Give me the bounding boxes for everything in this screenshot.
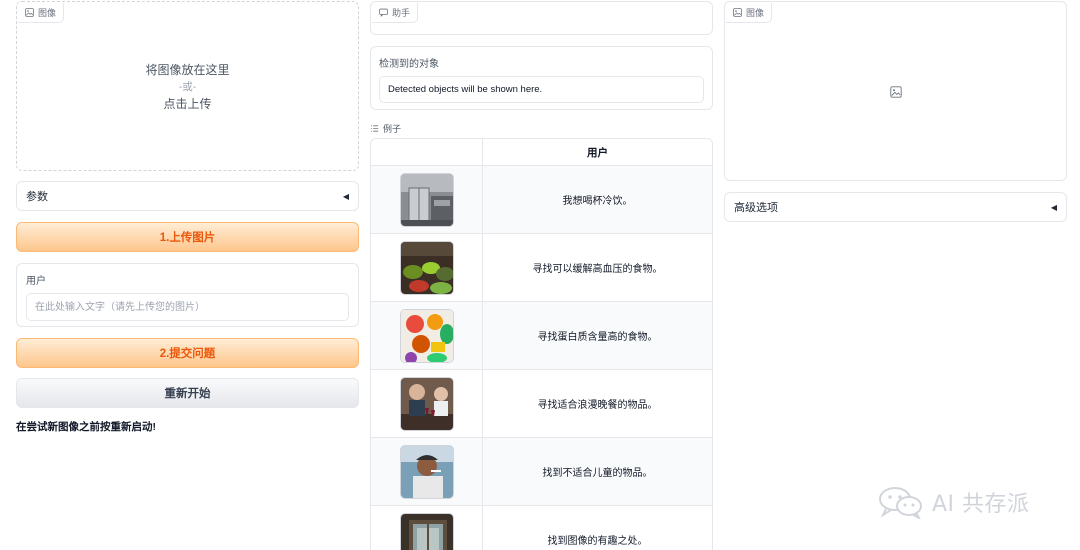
examples-label: 例子 xyxy=(383,124,402,134)
image-output-tag-label: 图像 xyxy=(746,8,765,18)
example-text: 找到图像的有趣之处。 xyxy=(547,536,648,547)
detected-objects-label: 检测到的对象 xyxy=(379,59,439,70)
examples-rows: 我想喝杯冷饮。寻找可以缓解高血压的食物。 寻找蛋白质含量高的食物。 寻找适合浪漫晚餐… xyxy=(371,166,712,550)
example-image-cell xyxy=(371,506,483,550)
wechat-icon xyxy=(879,487,922,519)
params-label: 参数 xyxy=(26,191,48,203)
example-text: 寻找可以缓解高血压的食物。 xyxy=(532,264,663,275)
upload-image-button[interactable]: 1.上传图片 xyxy=(16,222,359,252)
example-image-cell xyxy=(371,370,483,437)
params-accordion[interactable]: 参数 ◀ xyxy=(16,181,359,211)
example-text: 我想喝杯冷饮。 xyxy=(562,196,633,207)
image-placeholder-icon xyxy=(890,86,902,98)
example-row[interactable]: 寻找蛋白质含量高的食物。 xyxy=(371,302,712,370)
user-input-panel: 用户 xyxy=(16,263,359,327)
examples-header-row: 用户 xyxy=(371,139,712,166)
example-thumbnail[interactable] xyxy=(399,308,454,363)
assistant-tag: 助手 xyxy=(372,3,419,23)
drop-or-text: -或- xyxy=(178,81,197,93)
example-row[interactable]: 我想喝杯冷饮。 xyxy=(371,166,712,234)
example-image-cell xyxy=(371,234,483,301)
drop-click-text: 点击上传 xyxy=(163,97,212,111)
example-thumbnail[interactable] xyxy=(399,172,454,227)
image-icon xyxy=(733,8,742,17)
example-row[interactable]: 寻找可以缓解高血压的食物。 xyxy=(371,234,712,302)
assistant-output-panel: 助手 xyxy=(370,1,713,35)
assistant-tag-label: 助手 xyxy=(392,8,411,18)
example-text: 找到不适合儿童的物品。 xyxy=(542,468,653,479)
example-text: 寻找蛋白质含量高的食物。 xyxy=(537,332,658,343)
example-thumbnail[interactable] xyxy=(399,240,454,295)
watermark: AI 共存派 xyxy=(876,485,1030,519)
image-input-tag-label: 图像 xyxy=(38,8,57,18)
triangle-left-icon: ◀ xyxy=(342,191,349,201)
restart-button[interactable]: 重新开始 xyxy=(16,378,359,408)
example-image-cell xyxy=(371,166,483,233)
examples-header-image-cell xyxy=(371,139,483,165)
detected-objects-output: Detected objects will be shown here. xyxy=(379,76,704,103)
example-thumbnail[interactable] xyxy=(399,444,454,499)
image-input-tag: 图像 xyxy=(18,3,65,23)
image-upload-dropzone[interactable]: 图像 将图像放在这里 -或- 点击上传 xyxy=(16,1,359,171)
example-row[interactable]: 寻找适合浪漫晚餐的物品。 xyxy=(371,370,712,438)
example-row[interactable]: 找到不适合儿童的物品。 xyxy=(371,438,712,506)
examples-header-user: 用户 xyxy=(587,146,608,159)
advanced-options-label: 高级选项 xyxy=(734,202,778,214)
chat-icon xyxy=(379,8,388,17)
image-output-panel: 图像 xyxy=(724,1,1067,181)
watermark-text: AI 共存派 xyxy=(932,492,1030,517)
user-label: 用户 xyxy=(26,276,46,287)
image-output-tag: 图像 xyxy=(726,3,773,23)
list-icon xyxy=(370,125,379,132)
user-text-input[interactable] xyxy=(26,293,349,321)
image-icon xyxy=(25,8,34,17)
advanced-options-accordion[interactable]: 高级选项 ◀ xyxy=(724,192,1067,222)
detected-objects-panel: 检测到的对象 Detected objects will be shown he… xyxy=(370,46,713,110)
examples-label-row: 例子 xyxy=(370,122,401,135)
triangle-left-icon: ◀ xyxy=(1050,202,1057,212)
example-image-cell xyxy=(371,438,483,505)
example-row[interactable]: 找到图像的有趣之处。 xyxy=(371,506,712,550)
submit-question-button[interactable]: 2.提交问题 xyxy=(16,338,359,368)
drop-main-text: 将图像放在这里 xyxy=(145,63,230,77)
drop-instructions: 将图像放在这里 -或- 点击上传 xyxy=(17,62,358,113)
example-thumbnail[interactable] xyxy=(399,376,454,431)
example-image-cell xyxy=(371,302,483,369)
restart-note: 在尝试新图像之前按重新启动! xyxy=(16,421,156,433)
example-text: 寻找适合浪漫晚餐的物品。 xyxy=(537,400,658,411)
example-thumbnail[interactable] xyxy=(399,512,454,550)
examples-table: 用户 我想喝杯冷饮。寻找可以缓解高血压的食物。 寻找蛋白质含量高的食物。 寻找适合浪… xyxy=(370,138,713,550)
